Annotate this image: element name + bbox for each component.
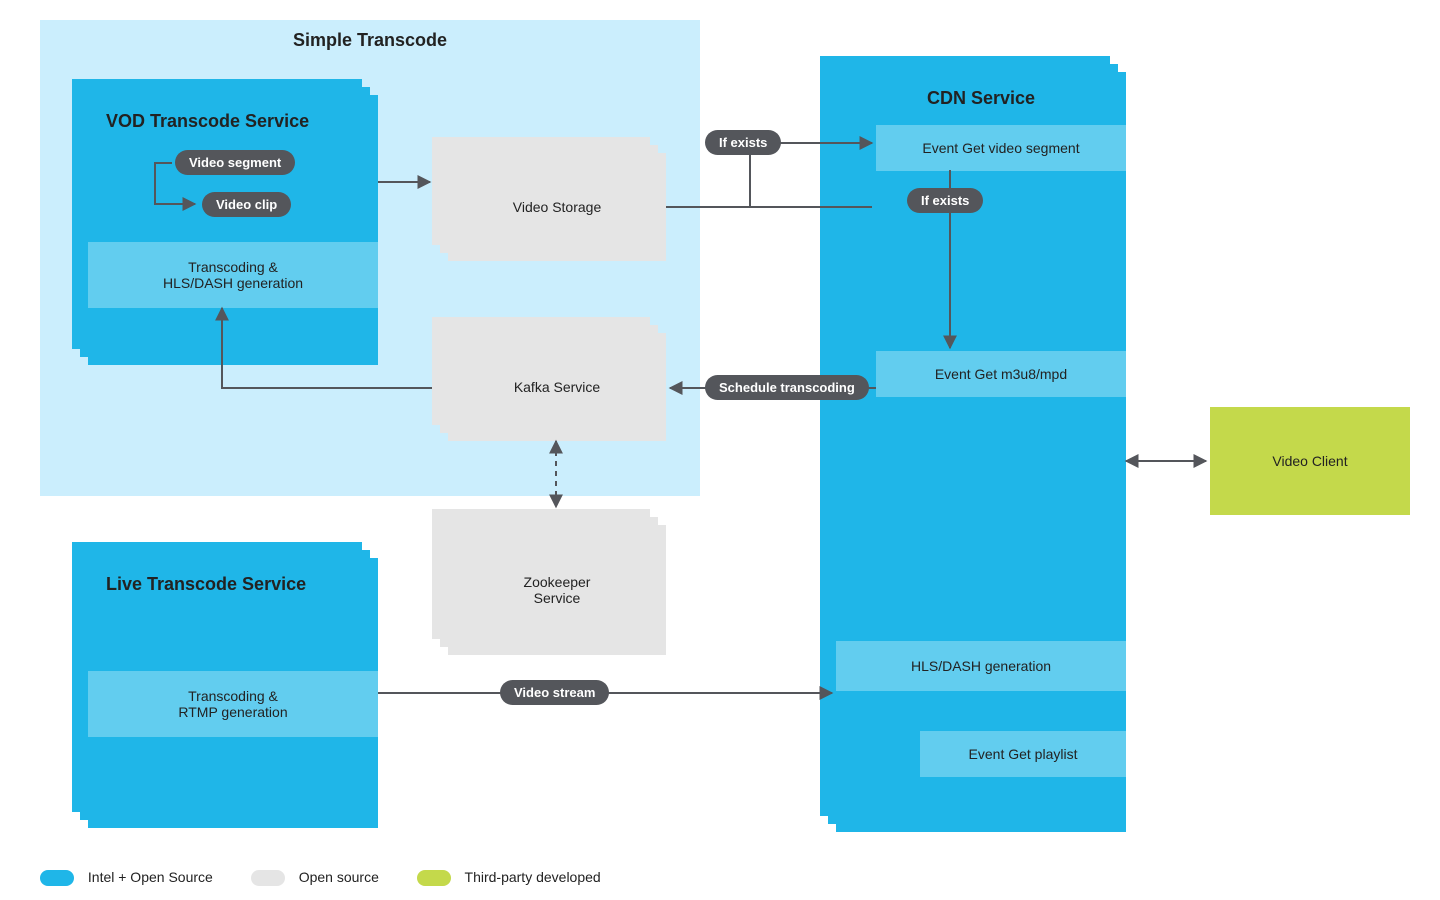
pill-video-clip: Video clip — [202, 192, 291, 217]
pill-video-segment: Video segment — [175, 150, 295, 175]
legend-intel-label: Intel + Open Source — [88, 869, 213, 885]
cdn-event-get-m3u8: Event Get m3u8/mpd — [876, 352, 1126, 396]
legend-intel: Intel + Open Source — [40, 869, 213, 886]
zookeeper-service: Zookeeper Service — [448, 525, 666, 655]
pill-if-exists-2: If exists — [907, 188, 983, 213]
live-title: Live Transcode Service — [88, 558, 378, 611]
vod-task: Transcoding & HLS/DASH generation — [88, 245, 378, 305]
cdn-title: CDN Service — [836, 72, 1126, 125]
kafka-service: Kafka Service — [448, 333, 666, 441]
pill-if-exists-1: If exists — [705, 130, 781, 155]
video-client-label: Video Client — [1272, 453, 1347, 469]
zookeeper-service-label: Zookeeper Service — [524, 574, 591, 606]
live-transcode-service: Live Transcode Service Transcoding & RTM… — [88, 558, 378, 828]
legend-open-swatch — [251, 870, 285, 886]
region-title: Simple Transcode — [40, 20, 700, 51]
legend-intel-swatch — [40, 870, 74, 886]
legend-third-swatch — [417, 870, 451, 886]
video-storage-label: Video Storage — [513, 199, 601, 215]
video-client: Video Client — [1210, 407, 1410, 515]
vod-title: VOD Transcode Service — [88, 95, 378, 148]
cdn-hls-dash: HLS/DASH generation — [836, 644, 1126, 688]
live-task: Transcoding & RTMP generation — [88, 674, 378, 734]
legend-open-label: Open source — [299, 869, 379, 885]
legend: Intel + Open Source Open source Third-pa… — [40, 869, 601, 886]
cdn-service: CDN Service Event Get video segment Even… — [836, 72, 1126, 832]
cdn-event-get-playlist: Event Get playlist — [920, 732, 1126, 776]
pill-schedule-transcoding: Schedule transcoding — [705, 375, 869, 400]
legend-third-label: Third-party developed — [465, 869, 601, 885]
video-storage: Video Storage — [448, 153, 666, 261]
vod-transcode-service: VOD Transcode Service Transcoding & HLS/… — [88, 95, 378, 365]
legend-third: Third-party developed — [417, 869, 601, 886]
pill-video-stream: Video stream — [500, 680, 609, 705]
cdn-event-get-segment: Event Get video segment — [876, 126, 1126, 170]
legend-open: Open source — [251, 869, 379, 886]
kafka-service-label: Kafka Service — [514, 379, 600, 395]
